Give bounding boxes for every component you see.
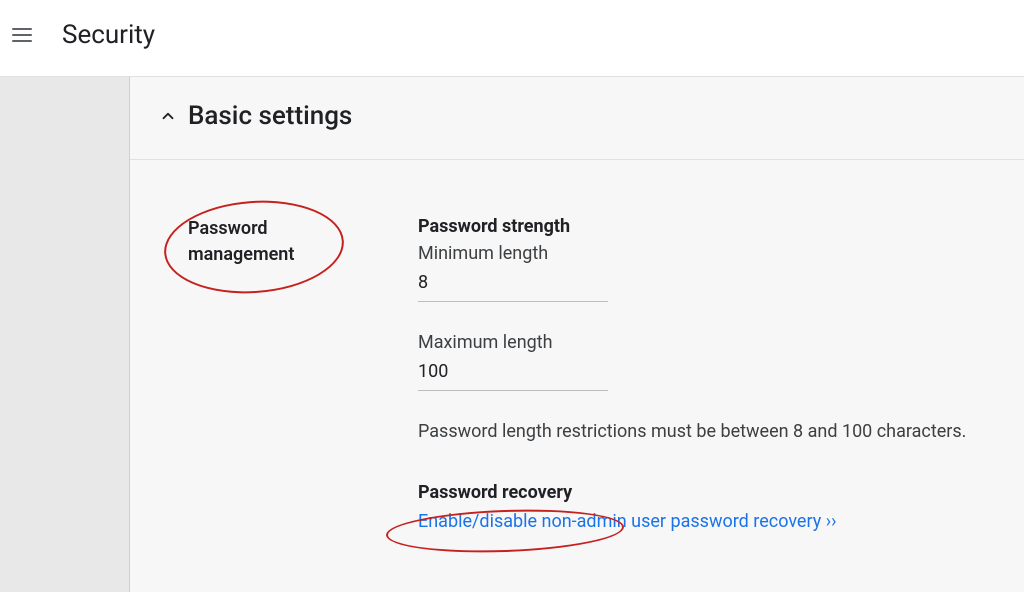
- section-header[interactable]: Basic settings: [130, 77, 1024, 160]
- content-area: Basic settings Password management Passw…: [0, 77, 1024, 592]
- side-label-line2: management: [188, 242, 418, 268]
- section-title: Basic settings: [188, 101, 352, 131]
- password-recovery-link[interactable]: Enable/disable non-admin user password r…: [418, 511, 837, 532]
- settings-body: Password management Password strength Mi…: [130, 160, 1024, 556]
- max-length-label: Maximum length: [418, 332, 1000, 353]
- chevron-up-icon[interactable]: [154, 102, 182, 130]
- fields-column: Password strength Minimum length 8 Maxim…: [418, 216, 1000, 532]
- page-title: Security: [62, 20, 155, 50]
- length-help-text: Password length restrictions must be bet…: [418, 421, 1000, 442]
- min-length-label: Minimum length: [418, 243, 1000, 264]
- hamburger-menu-icon[interactable]: [12, 23, 36, 47]
- min-length-value[interactable]: 8: [418, 272, 608, 302]
- password-management-label: Password management: [188, 216, 418, 532]
- main-panel: Basic settings Password management Passw…: [130, 77, 1024, 592]
- left-gutter: [0, 77, 130, 592]
- side-label-line1: Password: [188, 216, 418, 242]
- password-recovery-heading: Password recovery: [418, 482, 1000, 503]
- max-length-value[interactable]: 100: [418, 361, 608, 391]
- password-strength-heading: Password strength: [418, 216, 1000, 237]
- app-header: Security: [0, 0, 1024, 77]
